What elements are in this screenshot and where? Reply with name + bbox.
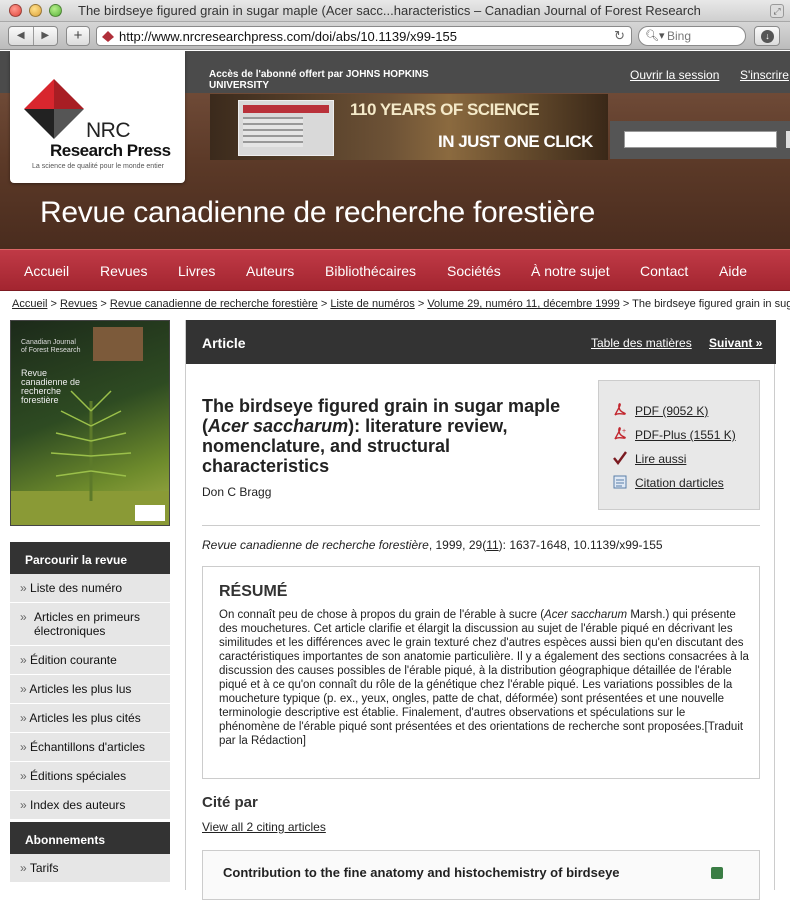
view-citing-articles-link[interactable]: View all 2 citing articles — [202, 820, 326, 834]
abstract-text: On connaît peu de chose à propos du grai… — [219, 609, 749, 747]
article-panel: Article Table des matières Suivant » The… — [185, 320, 776, 900]
back-forward-buttons: ◀ ▶ — [8, 26, 58, 46]
checkmark-icon — [613, 451, 627, 465]
article-author: Don C Bragg — [202, 485, 272, 499]
promo-banner[interactable]: 110 YEARS OF SCIENCE IN JUST ONE CLICK — [210, 94, 608, 160]
zoom-window-button[interactable] — [49, 4, 62, 17]
pdf-icon — [614, 403, 626, 416]
nav-revues[interactable]: Revues — [100, 263, 147, 279]
pdf-plus-icon: + — [614, 427, 626, 440]
minimize-window-button[interactable] — [29, 4, 42, 17]
article-label: Article — [202, 335, 246, 351]
site-search-button[interactable] — [786, 131, 790, 148]
signup-link[interactable]: S'inscrire — [740, 68, 789, 82]
subscriptions-heading: Abonnements — [10, 822, 170, 854]
download-icon: ↓ — [761, 30, 774, 43]
nav-accueil[interactable]: Accueil — [24, 263, 69, 279]
browser-search-field[interactable]: 🔍︎▾ Bing — [638, 26, 746, 46]
article-header-bar: Article Table des matières Suivant » — [186, 320, 776, 364]
pdf-link[interactable]: PDF (9052 K) — [613, 403, 708, 418]
back-button[interactable]: ◀ — [9, 27, 33, 45]
related-articles-link[interactable]: Lire aussi — [613, 451, 686, 466]
table-of-contents-link[interactable]: Table des matières — [591, 336, 692, 350]
breadcrumb: Accueil > Revues > Revue canadienne de r… — [12, 298, 790, 310]
citation-link[interactable]: Citation darticles — [613, 475, 724, 490]
sidebar-item-author-index[interactable]: » Index des auteurs — [10, 791, 170, 820]
sidebar-item-rates[interactable]: » Tarifs — [10, 854, 170, 883]
breadcrumb-accueil[interactable]: Accueil — [12, 298, 47, 310]
breadcrumb-issue-list[interactable]: Liste de numéros — [330, 298, 414, 310]
issue-link[interactable]: 11 — [486, 538, 498, 552]
sidebar-item-current-issue[interactable]: » Édition courante — [10, 646, 170, 675]
search-placeholder: Bing — [667, 29, 692, 43]
breadcrumb-revues[interactable]: Revues — [60, 298, 97, 310]
journal-cover-image[interactable]: Canadian Journal of Forest Research Revu… — [10, 320, 170, 526]
cited-by-heading: Cité par — [202, 794, 258, 811]
nav-livres[interactable]: Livres — [178, 263, 215, 279]
nrc-maple-logo-icon — [24, 79, 84, 139]
next-article-link[interactable]: Suivant » — [709, 336, 762, 350]
site-search-input[interactable] — [624, 131, 777, 148]
cover-title-en: Canadian Journal of Forest Research — [21, 339, 81, 354]
search-icon: 🔍︎▾ — [645, 30, 665, 42]
breadcrumb-volume[interactable]: Volume 29, numéro 11, décembre 1999 — [427, 298, 619, 310]
article-citation: Revue canadienne de recherche forestière… — [202, 538, 663, 552]
fullscreen-icon[interactable]: ⤢ — [770, 4, 784, 18]
abstract-heading: RÉSUMÉ — [219, 583, 288, 600]
close-window-button[interactable] — [9, 4, 22, 17]
nav-societes[interactable]: Sociétés — [447, 263, 501, 279]
nav-aide[interactable]: Aide — [719, 263, 747, 279]
forward-button[interactable]: ▶ — [32, 27, 58, 45]
journal-title: Revue canadienne de recherche forestière — [40, 196, 596, 229]
pdf-plus-link[interactable]: + PDF-Plus (1551 K) — [613, 427, 736, 442]
site-search — [610, 121, 790, 159]
logo-nrc-text: NRC — [86, 119, 131, 142]
nav-a-notre-sujet[interactable]: À notre sujet — [531, 263, 610, 279]
sidebar-item-most-cited[interactable]: » Articles les plus cités — [10, 704, 170, 733]
main-navigation: Accueil Revues Livres Auteurs Bibliothéc… — [0, 249, 790, 291]
subscriber-access-text: Accès de l'abonné offert par JOHNS HOPKI… — [209, 69, 429, 91]
abstract-box: RÉSUMÉ On connaît peu de chose à propos … — [202, 566, 760, 779]
sidebar-item-sample-articles[interactable]: » Échantillons d'articles — [10, 733, 170, 762]
sidebar-item-most-read[interactable]: » Articles les plus lus — [10, 675, 170, 704]
window-titlebar: The birdseye figured grain in sugar mapl… — [0, 0, 790, 22]
sidebar-item-early-articles[interactable]: » Articles en primeurs électroniques — [10, 603, 170, 646]
sidebar-item-special-issues[interactable]: » Éditions spéciales — [10, 762, 170, 791]
cover-issue-tag — [93, 327, 143, 361]
banner-subline: IN JUST ONE CLICK — [438, 132, 593, 151]
site-header: Accès de l'abonné offert par JOHNS HOPKI… — [0, 51, 790, 249]
citation-icon — [613, 475, 627, 489]
logo-name-text: Research Press — [50, 141, 171, 160]
nrc-logo[interactable]: NRC Research Press La science de qualité… — [10, 51, 185, 183]
article-tools-box: PDF (9052 K) + PDF-Plus (1551 K) Lire aus… — [598, 380, 760, 510]
browser-toolbar: ◀ ▶ + http://www.nrcresearchpress.com/do… — [0, 22, 790, 50]
breadcrumb-journal[interactable]: Revue canadienne de recherche forestière — [110, 298, 318, 310]
login-link[interactable]: Ouvrir la session — [630, 68, 719, 82]
add-bookmark-button[interactable]: + — [66, 26, 90, 46]
divider — [202, 525, 760, 526]
window-title: The birdseye figured grain in sugar mapl… — [78, 3, 701, 18]
svg-text:+: + — [622, 428, 626, 435]
nav-bibliothecaires[interactable]: Bibliothécaires — [325, 263, 416, 279]
citing-article-item[interactable]: Contribution to the fine anatomy and his… — [202, 850, 760, 900]
url-text: http://www.nrcresearchpress.com/doi/abs/… — [119, 29, 457, 44]
breadcrumb-current: The birdseye figured grain in suga — [632, 298, 790, 310]
logo-tagline: La science de qualité pour le monde enti… — [32, 163, 164, 170]
site-favicon-icon — [102, 31, 114, 42]
reload-icon[interactable]: ↻ — [614, 28, 625, 44]
banner-screenshot-image — [238, 100, 334, 156]
downloads-button[interactable]: ↓ — [754, 26, 780, 46]
nav-contact[interactable]: Contact — [640, 263, 688, 279]
sidebar-item-issues[interactable]: » Liste des numéro — [10, 574, 170, 603]
nav-auteurs[interactable]: Auteurs — [246, 263, 294, 279]
banner-headline: 110 YEARS OF SCIENCE — [350, 100, 540, 119]
citing-article-icon — [711, 867, 723, 879]
sidebar: Parcourir la revue » Liste des numéro » A… — [10, 542, 170, 883]
address-bar[interactable]: http://www.nrcresearchpress.com/doi/abs/… — [96, 26, 632, 46]
browse-heading: Parcourir la revue — [10, 542, 170, 574]
article-title: The birdseye figured grain in sugar mapl… — [202, 396, 561, 476]
cover-publisher-logo — [135, 505, 165, 521]
